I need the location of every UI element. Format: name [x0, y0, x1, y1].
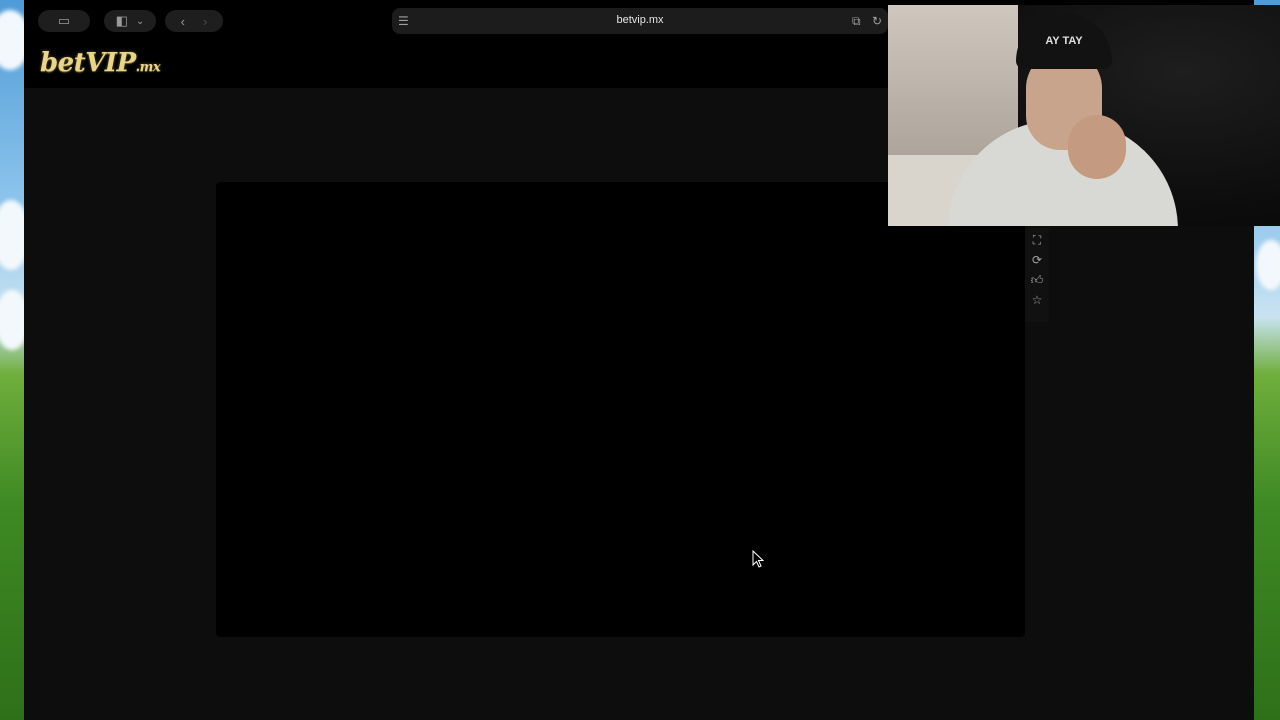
webcam-person-hand: [1068, 115, 1126, 179]
betvip-logo[interactable]: betVIP.mx: [40, 48, 161, 78]
back-icon[interactable]: ‹: [181, 14, 185, 29]
navigation-buttons: ‹ ›: [165, 10, 223, 32]
logo-main: betVIP: [40, 48, 136, 78]
tab-overview-button[interactable]: ▭: [38, 10, 90, 32]
game-side-toolbar: ⛶ ⟳ 👍︎ ☆: [1025, 228, 1049, 322]
sidebar-toggle-icon: ◧: [115, 13, 128, 28]
star-icon[interactable]: ☆: [1029, 292, 1045, 308]
mouse-cursor-icon: [752, 550, 764, 568]
game-frame[interactable]: [216, 182, 1025, 637]
fullscreen-icon[interactable]: ⛶: [1029, 232, 1045, 248]
chevron-down-icon: ⌄: [135, 15, 145, 27]
reload-icon[interactable]: ↻: [872, 14, 882, 28]
webcam-overlay: AY TAY: [888, 5, 1280, 226]
sidebar-toggle-button[interactable]: ◧ ⌄: [104, 10, 156, 32]
logo-suffix: .mx: [135, 60, 161, 75]
address-bar[interactable]: ☰ betvip.mx ⧉ ↻: [392, 8, 888, 34]
refresh-icon[interactable]: ⟳: [1029, 252, 1045, 268]
translate-icon[interactable]: ⧉: [852, 14, 861, 28]
sidebar-tab-icon: ▭: [57, 13, 71, 28]
forward-icon[interactable]: ›: [203, 14, 207, 29]
webcam-beanie: AY TAY: [1016, 13, 1112, 69]
thumbs-up-icon[interactable]: 👍︎: [1029, 272, 1045, 288]
url-text[interactable]: betvip.mx: [392, 14, 888, 26]
cloud: [1256, 240, 1280, 290]
